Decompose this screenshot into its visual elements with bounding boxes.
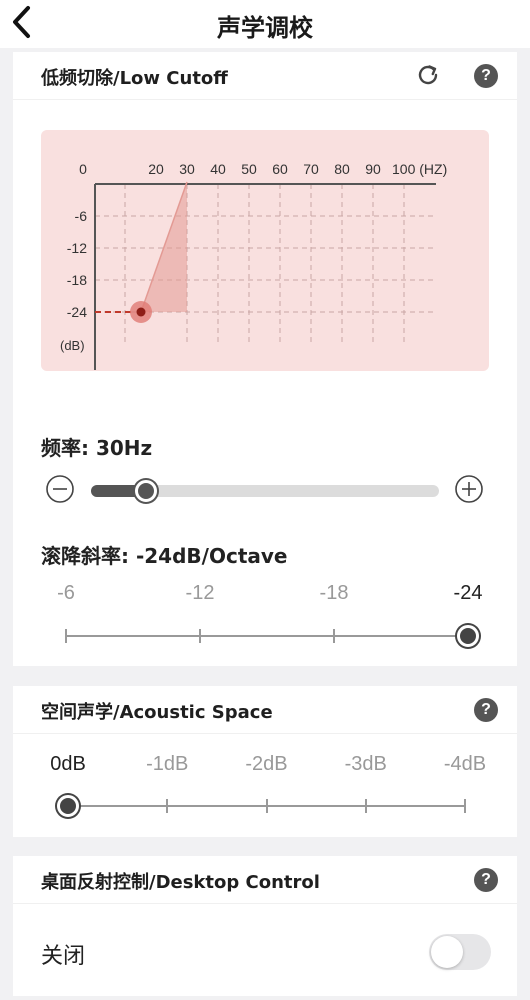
rolloff-tick[interactable] bbox=[65, 629, 67, 643]
reset-icon[interactable] bbox=[415, 62, 441, 88]
x-tick-label: 20 bbox=[148, 161, 164, 177]
desktop-control-card: 桌面反射控制/Desktop Control ? 关闭 bbox=[13, 856, 517, 996]
acoustic-space-tick[interactable] bbox=[265, 799, 268, 813]
acoustic-space-tick[interactable] bbox=[464, 799, 466, 813]
increase-frequency-button[interactable] bbox=[454, 474, 484, 504]
y-tick-label: -18 bbox=[67, 272, 87, 288]
rolloff-thumb[interactable] bbox=[457, 625, 479, 647]
help-icon[interactable]: ? bbox=[474, 64, 498, 88]
rolloff-tick[interactable] bbox=[199, 629, 201, 643]
rolloff-option-label[interactable]: -18 bbox=[294, 582, 374, 605]
acoustic-space-option-label[interactable]: -3dB bbox=[326, 753, 406, 776]
minus-circle-icon bbox=[46, 475, 74, 503]
desktop-control-title: 桌面反射控制/Desktop Control bbox=[41, 872, 320, 893]
acoustic-space-thumb[interactable] bbox=[57, 795, 79, 817]
desktop-control-header: 桌面反射控制/Desktop Control ? bbox=[13, 856, 517, 904]
x-tick-label: 100 (HZ) bbox=[392, 161, 447, 177]
page-title: 声学调校 bbox=[217, 14, 313, 42]
x-tick-label: 90 bbox=[365, 161, 381, 177]
low-cutoff-card: 低频切除/Low Cutoff ? 0 20 30 40 50 60 70 80 90 100 (… bbox=[13, 52, 517, 666]
x-tick-label: 30 bbox=[179, 161, 195, 177]
help-icon[interactable]: ? bbox=[474, 868, 498, 892]
frequency-slider-thumb[interactable] bbox=[135, 480, 157, 502]
x-tick-label: 0 bbox=[79, 161, 87, 177]
decrease-frequency-button[interactable] bbox=[45, 474, 75, 504]
y-unit-label: (dB) bbox=[60, 338, 85, 353]
toggle-knob bbox=[431, 936, 463, 968]
rolloff-track[interactable] bbox=[66, 635, 468, 637]
acoustic-space-tick[interactable] bbox=[364, 799, 367, 813]
low-cutoff-chart: 0 20 30 40 50 60 70 80 90 100 (HZ) -6 -12 -18 -24 (dB) bbox=[41, 130, 489, 371]
help-icon[interactable]: ? bbox=[474, 698, 498, 722]
rolloff-tick[interactable] bbox=[333, 629, 335, 643]
y-tick-label: -24 bbox=[67, 304, 87, 320]
acoustic-space-option-label[interactable]: -1dB bbox=[127, 753, 207, 776]
desktop-control-state-label: 关闭 bbox=[41, 944, 86, 969]
acoustic-space-card: 空间声学/Acoustic Space ? 0dB -1dB -2dB -3dB -4d… bbox=[13, 686, 517, 837]
frequency-label: 频率: 30Hz bbox=[41, 436, 153, 460]
cutoff-point bbox=[136, 307, 146, 317]
rolloff-option-label[interactable]: -6 bbox=[26, 582, 106, 605]
frequency-slider[interactable] bbox=[91, 480, 439, 502]
acoustic-space-title: 空间声学/Acoustic Space bbox=[41, 702, 273, 723]
x-tick-label: 40 bbox=[210, 161, 226, 177]
cutoff-graph-svg: 0 20 30 40 50 60 70 80 90 100 (HZ) -6 -12 -18 -24 (dB) bbox=[60, 161, 447, 370]
acoustic-space-option-label[interactable]: 0dB bbox=[28, 753, 108, 776]
acoustic-space-option-label[interactable]: -4dB bbox=[425, 753, 505, 776]
plus-circle-icon bbox=[455, 475, 483, 503]
acoustic-space-option-label[interactable]: -2dB bbox=[227, 753, 307, 776]
x-tick-label: 80 bbox=[334, 161, 350, 177]
low-cutoff-header: 低频切除/Low Cutoff ? bbox=[13, 52, 517, 100]
x-tick-label: 60 bbox=[272, 161, 288, 177]
desktop-control-toggle[interactable] bbox=[429, 934, 491, 970]
acoustic-space-header: 空间声学/Acoustic Space ? bbox=[13, 686, 517, 734]
rolloff-option-label[interactable]: -12 bbox=[160, 582, 240, 605]
rolloff-option-label[interactable]: -24 bbox=[428, 582, 508, 605]
x-tick-label: 70 bbox=[303, 161, 319, 177]
low-cutoff-title: 低频切除/Low Cutoff bbox=[41, 68, 228, 89]
y-tick-label: -12 bbox=[67, 240, 87, 256]
rolloff-label: 滚降斜率: -24dB/Octave bbox=[41, 544, 288, 568]
y-tick-label: -6 bbox=[75, 208, 88, 224]
x-tick-label: 50 bbox=[241, 161, 257, 177]
acoustic-space-tick[interactable] bbox=[166, 799, 169, 813]
top-navigation-bar: 声学调校 bbox=[0, 0, 530, 48]
